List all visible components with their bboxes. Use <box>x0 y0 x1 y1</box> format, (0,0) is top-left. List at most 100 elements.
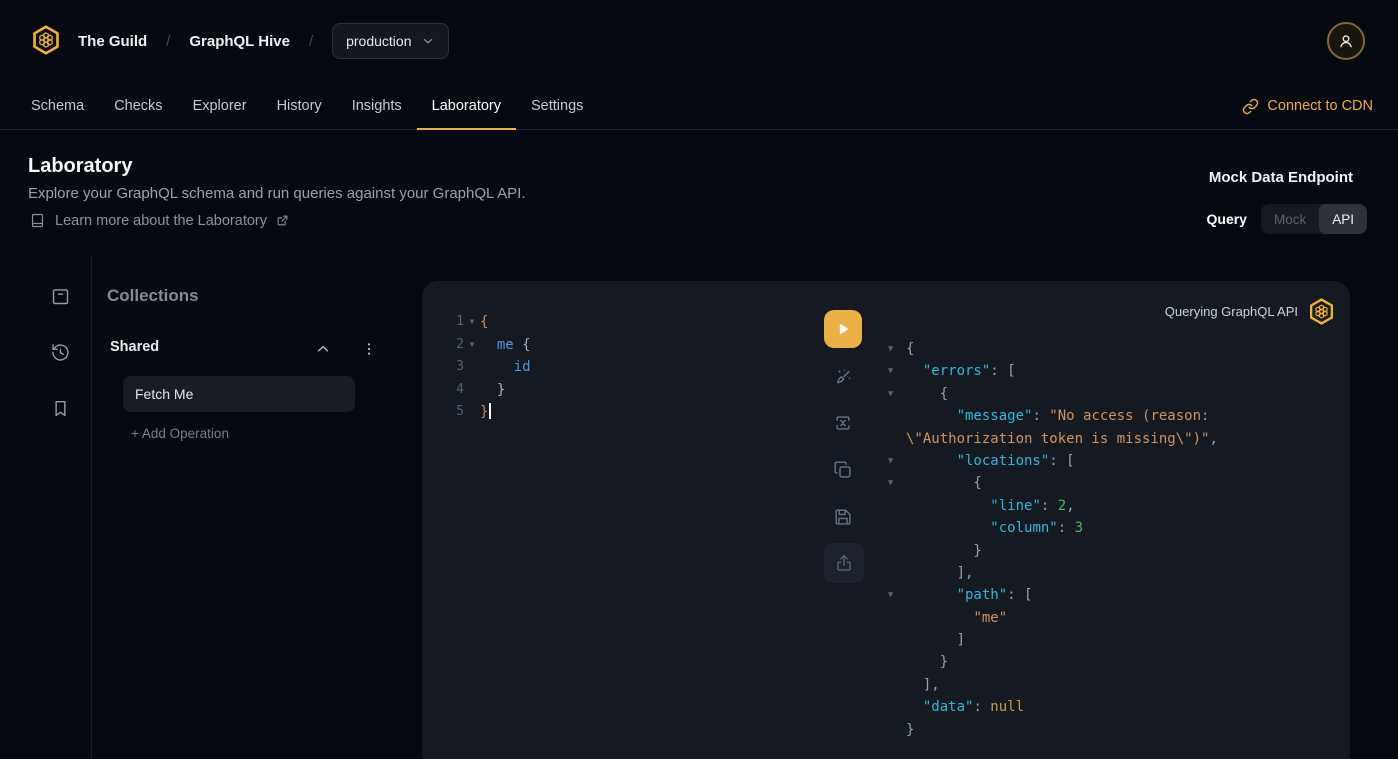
code-line: 2▼ me { <box>422 334 531 357</box>
bookmark-icon[interactable] <box>50 398 71 419</box>
fold-arrow-icon[interactable]: ▼ <box>879 584 906 606</box>
external-link-icon <box>276 214 289 227</box>
code-line: ▼{ <box>879 338 1218 360</box>
code-line: 3 id <box>422 356 531 379</box>
code-line: ] <box>879 629 1218 651</box>
merge-fragments-icon[interactable] <box>832 412 854 434</box>
query-editor[interactable]: 1▼{2▼ me {3 id4 }5} <box>422 311 531 424</box>
prettify-icon[interactable] <box>832 366 854 388</box>
nav-tabs: SchemaChecksExplorerHistoryInsightsLabor… <box>0 82 1398 130</box>
collection-group-shared[interactable]: Shared <box>110 339 159 355</box>
breadcrumb: The Guild / GraphQL Hive / production <box>78 0 449 82</box>
toggle-option-mock[interactable]: Mock <box>1261 204 1319 234</box>
operations-list: Fetch Me <box>123 376 355 412</box>
tab-insights[interactable]: Insights <box>337 82 417 129</box>
fold-gutter <box>879 651 906 673</box>
collections-heading: Collections <box>107 286 199 306</box>
fold-gutter <box>879 562 906 584</box>
code-line: ▼ { <box>879 383 1218 405</box>
code-line: "data": null <box>879 696 1218 718</box>
history-icon[interactable] <box>50 342 71 363</box>
share-icon <box>833 552 855 574</box>
tab-laboratory[interactable]: Laboratory <box>417 82 516 129</box>
fold-gutter <box>464 356 480 379</box>
breadcrumb-org[interactable]: The Guild <box>78 33 147 50</box>
code-line: ▼ "errors": [ <box>879 360 1218 382</box>
fold-gutter <box>879 517 906 539</box>
execute-query-button[interactable] <box>824 310 862 348</box>
query-label: Query <box>1207 211 1247 227</box>
code-line: 1▼{ <box>422 311 531 334</box>
fold-arrow-icon[interactable]: ▼ <box>879 472 906 494</box>
fold-gutter <box>464 401 480 424</box>
save-icon[interactable] <box>832 506 854 528</box>
toggle-option-api[interactable]: API <box>1319 204 1367 234</box>
user-avatar-button[interactable] <box>1327 22 1365 60</box>
tab-history[interactable]: History <box>262 82 337 129</box>
share-button[interactable] <box>824 543 864 583</box>
breadcrumb-project[interactable]: GraphQL Hive <box>189 33 290 50</box>
fold-gutter <box>464 379 480 402</box>
endpoint-toggle: MockAPI <box>1261 204 1367 234</box>
fold-gutter <box>879 428 906 450</box>
fold-arrow-icon[interactable]: ▼ <box>879 360 906 382</box>
learn-more-link[interactable]: Learn more about the Laboratory <box>29 212 289 229</box>
chevron-up-icon[interactable] <box>314 340 332 358</box>
page-subtitle: Explore your GraphQL schema and run quer… <box>28 185 526 202</box>
code-line: \"Authorization token is missing\")", <box>879 428 1218 450</box>
code-line: 5} <box>422 401 531 424</box>
page-title: Laboratory <box>28 155 132 178</box>
play-icon <box>834 320 852 338</box>
person-icon <box>1336 31 1356 51</box>
tab-settings[interactable]: Settings <box>516 82 598 129</box>
book-icon <box>29 212 46 229</box>
endpoint-toggle-row: Query MockAPI <box>1207 204 1368 234</box>
learn-more-label: Learn more about the Laboratory <box>55 213 267 229</box>
code-line: ▼ "path": [ <box>879 584 1218 606</box>
code-line: } <box>879 540 1218 562</box>
code-line: "me" <box>879 607 1218 629</box>
fold-arrow-icon[interactable]: ▼ <box>879 383 906 405</box>
connect-to-cdn-link[interactable]: Connect to CDN <box>1242 82 1373 130</box>
mock-endpoint-title: Mock Data Endpoint <box>1209 169 1353 186</box>
rail-divider <box>91 256 92 759</box>
breadcrumb-separator: / <box>166 33 170 50</box>
fold-arrow-icon[interactable]: ▼ <box>879 450 906 472</box>
copy-icon[interactable] <box>832 459 854 481</box>
link-icon <box>1242 98 1259 115</box>
text-cursor <box>489 403 491 419</box>
tab-explorer[interactable]: Explorer <box>178 82 262 129</box>
graphiql-panel: 1▼{2▼ me {3 id4 }5} <box>422 281 1350 759</box>
response-status: Querying GraphQL API <box>1165 298 1335 325</box>
fold-arrow-icon[interactable]: ▼ <box>464 334 480 357</box>
code-line: "line": 2, <box>879 495 1218 517</box>
response-viewer: ▼{▼ "errors": [▼ { "message": "No access… <box>879 338 1218 741</box>
fold-gutter <box>879 607 906 629</box>
operation-item[interactable]: Fetch Me <box>123 376 355 412</box>
code-line: } <box>879 651 1218 673</box>
fold-gutter <box>879 495 906 517</box>
operation-collections-icon[interactable] <box>50 286 71 307</box>
response-status-label: Querying GraphQL API <box>1165 304 1298 319</box>
target-selector-button[interactable]: production <box>332 23 448 59</box>
code-line: } <box>879 719 1218 741</box>
chevron-down-icon <box>421 34 435 48</box>
fold-gutter <box>879 629 906 651</box>
tab-schema[interactable]: Schema <box>16 82 99 129</box>
code-line: ], <box>879 562 1218 584</box>
fold-gutter <box>879 540 906 562</box>
fold-gutter <box>879 405 906 427</box>
hive-logo-small <box>1308 298 1335 325</box>
fold-arrow-icon[interactable]: ▼ <box>879 338 906 360</box>
add-operation-button[interactable]: + Add Operation <box>131 426 229 441</box>
code-line: "column": 3 <box>879 517 1218 539</box>
hive-logo[interactable] <box>31 25 61 55</box>
connect-to-cdn-label: Connect to CDN <box>1267 98 1373 114</box>
target-selector-value: production <box>346 33 411 49</box>
fold-arrow-icon[interactable]: ▼ <box>464 311 480 334</box>
code-line: 4 } <box>422 379 531 402</box>
fold-gutter <box>879 674 906 696</box>
code-line: ▼ { <box>879 472 1218 494</box>
tab-checks[interactable]: Checks <box>99 82 177 129</box>
kebab-menu-icon[interactable] <box>361 341 377 357</box>
